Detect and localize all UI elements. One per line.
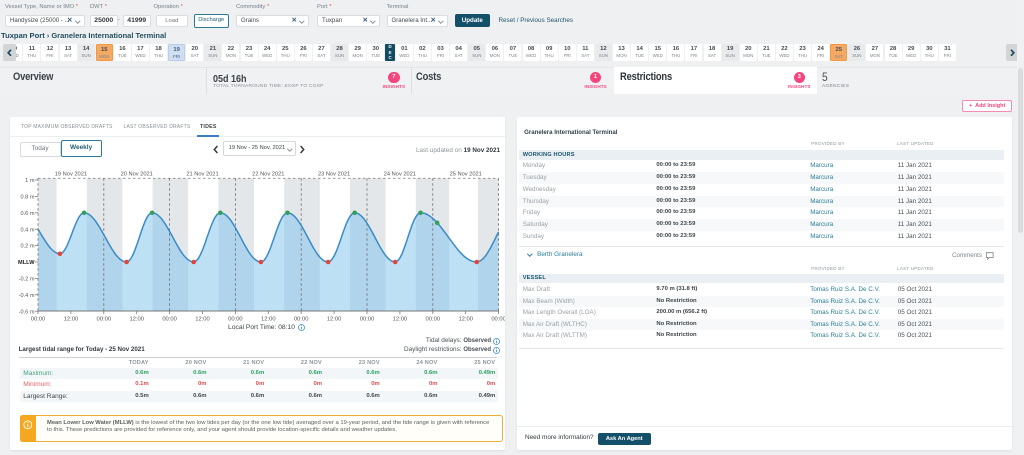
- svg-text:00:00: 00:00: [31, 316, 46, 322]
- svg-text:00:00: 00:00: [360, 316, 375, 322]
- svg-text:0.2 m: 0.2 m: [21, 244, 35, 250]
- svg-text:12:00: 12:00: [129, 316, 144, 322]
- svg-text:19 Nov 2021: 19 Nov 2021: [55, 172, 87, 178]
- svg-text:24 Nov 2021: 24 Nov 2021: [384, 172, 416, 178]
- svg-text:12:00: 12:00: [458, 316, 473, 322]
- svg-text:0.6 m: 0.6 m: [21, 211, 35, 217]
- svg-text:-0.4 m: -0.4 m: [19, 293, 35, 299]
- svg-text:00:00: 00:00: [228, 316, 243, 322]
- svg-text:12:00: 12:00: [261, 316, 276, 322]
- svg-text:-0.6 m: -0.6 m: [19, 309, 35, 315]
- svg-text:-0.2 m: -0.2 m: [19, 277, 35, 283]
- svg-text:12:00: 12:00: [327, 316, 342, 322]
- svg-text:1 m: 1 m: [25, 178, 35, 184]
- svg-text:0.8 m: 0.8 m: [21, 195, 35, 201]
- svg-text:00:00: 00:00: [491, 316, 505, 322]
- svg-text:00:00: 00:00: [97, 316, 112, 322]
- svg-text:00:00: 00:00: [294, 316, 309, 322]
- svg-text:0.4 m: 0.4 m: [21, 227, 35, 233]
- svg-text:MLLW: MLLW: [18, 260, 35, 266]
- svg-text:20 Nov 2021: 20 Nov 2021: [121, 172, 153, 178]
- svg-text:22 Nov 2021: 22 Nov 2021: [252, 172, 284, 178]
- svg-text:00:00: 00:00: [162, 316, 177, 322]
- svg-text:12:00: 12:00: [64, 316, 79, 322]
- svg-text:21 Nov 2021: 21 Nov 2021: [186, 172, 218, 178]
- svg-text:23 Nov 2021: 23 Nov 2021: [318, 172, 350, 178]
- svg-text:12:00: 12:00: [393, 316, 408, 322]
- svg-text:12:00: 12:00: [195, 316, 210, 322]
- svg-text:00:00: 00:00: [426, 316, 441, 322]
- svg-text:25 Nov 2021: 25 Nov 2021: [450, 172, 482, 178]
